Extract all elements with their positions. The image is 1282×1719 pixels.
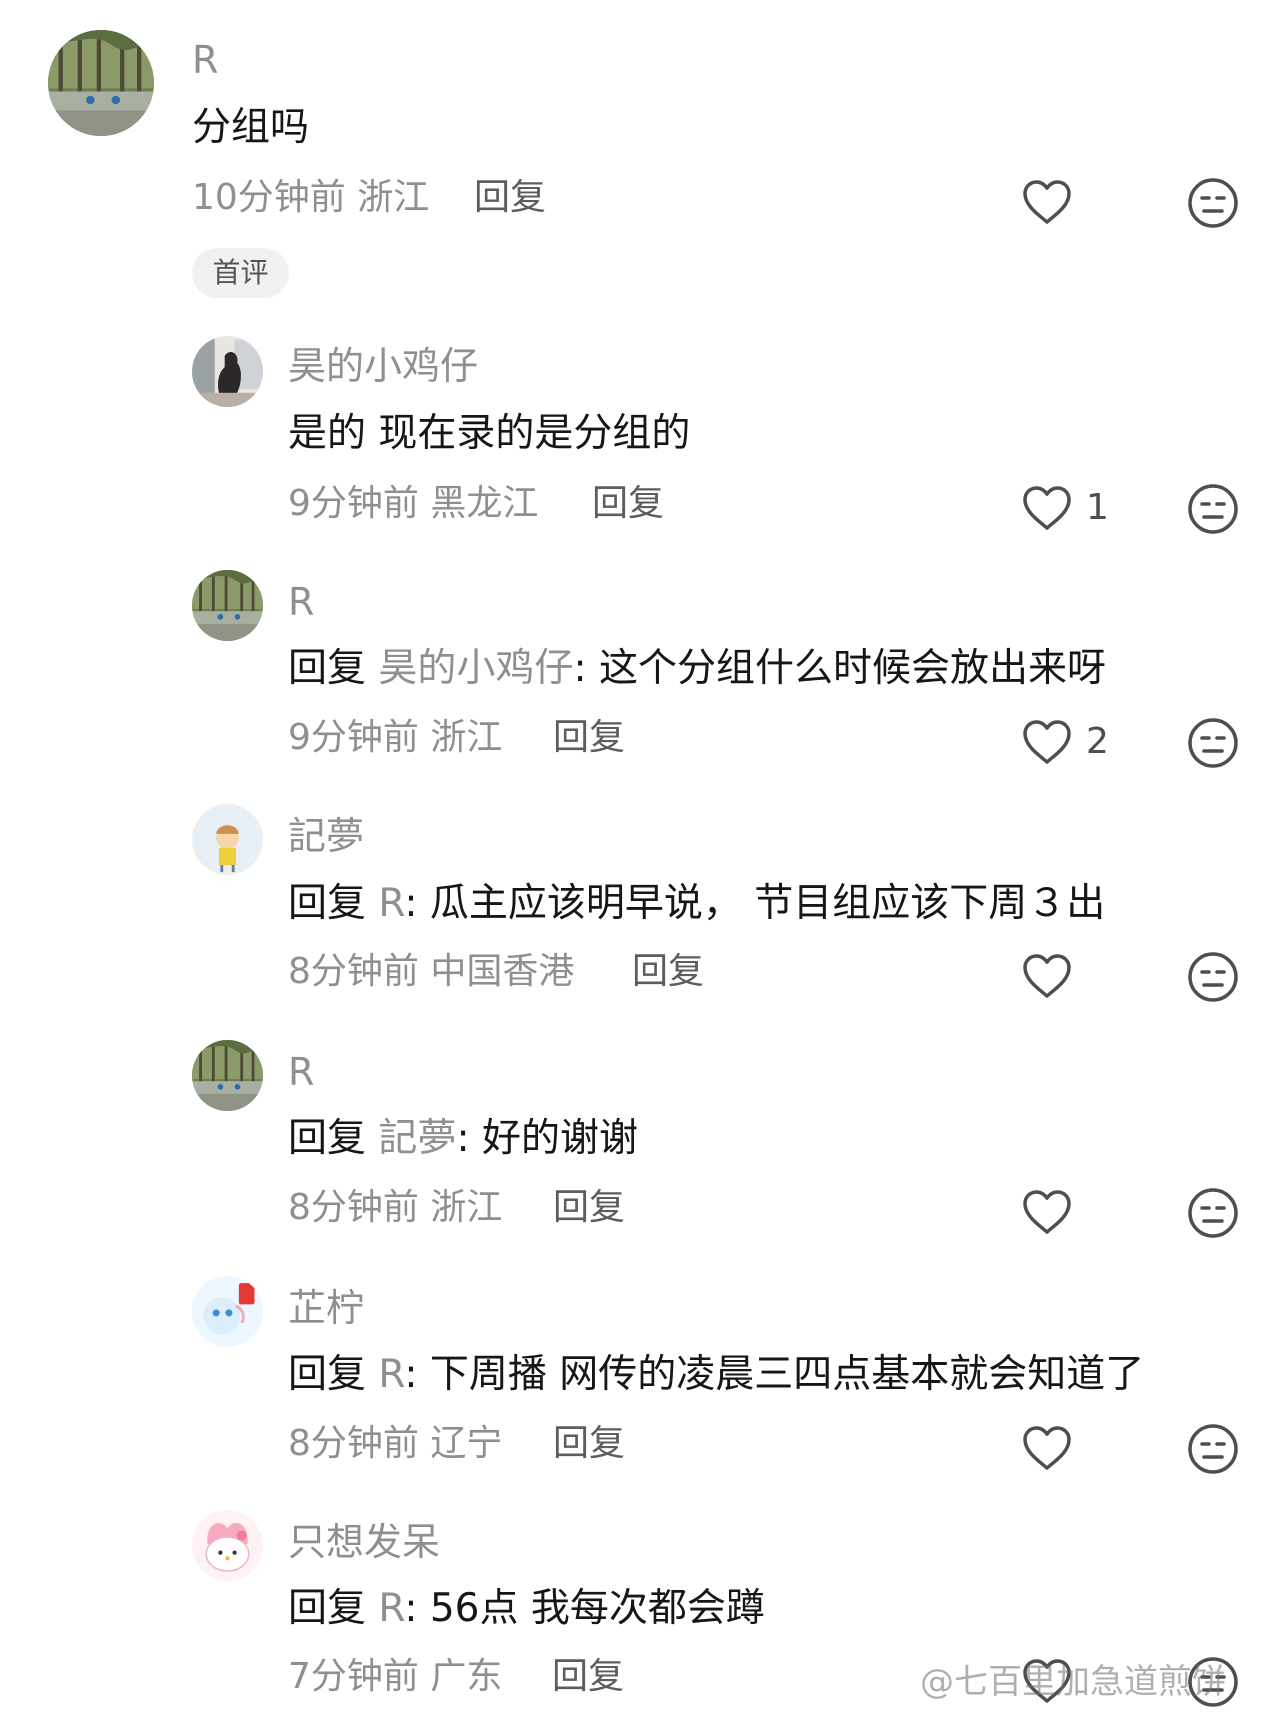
heart-outline-icon[interactable] xyxy=(1020,484,1074,532)
avatar[interactable] xyxy=(192,1040,263,1111)
reply-prefix: 回复 xyxy=(288,1116,367,1161)
reply-location: 浙江 xyxy=(430,717,503,758)
reply-location: 广东 xyxy=(430,1656,503,1697)
reply-username[interactable]: R xyxy=(288,580,314,624)
meh-face-icon[interactable] xyxy=(1186,950,1240,1004)
reply-time: 8分钟前 xyxy=(288,1423,419,1464)
reply-text: : 这个分组什么时候会放出来呀 xyxy=(573,646,1106,691)
reply-meta: 8分钟前 浙江 xyxy=(288,1186,502,1230)
reply-content: 是的 现在录的是分组的 xyxy=(288,411,691,456)
reply-username[interactable]: 只想发呆 xyxy=(288,1520,440,1564)
first-comment-badge: 首评 xyxy=(192,248,289,298)
reply-prefix: 回复 xyxy=(288,646,367,691)
reply-button[interactable]: 回复 xyxy=(474,176,546,220)
reply-button[interactable]: 回复 xyxy=(553,1422,625,1466)
reply-text: : 56点 我每次都会蹲 xyxy=(404,1586,765,1631)
like-count: 1 xyxy=(1086,487,1109,528)
reply-content: 回复 R: 56点 我每次都会蹲 xyxy=(288,1585,765,1633)
reply-prefix: 回复 xyxy=(288,881,367,926)
avatar[interactable] xyxy=(192,1510,263,1581)
reply-button[interactable]: 回复 xyxy=(553,1186,625,1230)
heart-outline-icon[interactable] xyxy=(1020,952,1074,1000)
meh-face-icon[interactable] xyxy=(1186,716,1240,770)
reply-location: 黑龙江 xyxy=(430,483,539,524)
meh-face-icon[interactable] xyxy=(1186,482,1240,536)
reply-username[interactable]: 記夢 xyxy=(288,814,364,858)
avatar[interactable] xyxy=(192,804,263,875)
meh-face-icon[interactable] xyxy=(1186,1186,1240,1240)
reply-meta: 8分钟前 辽宁 xyxy=(288,1422,502,1466)
heart-outline-icon[interactable] xyxy=(1020,1188,1074,1236)
reply-button[interactable]: 回复 xyxy=(553,716,625,760)
heart-outline-icon[interactable] xyxy=(1020,718,1074,766)
reply-text: : 瓜主应该明早说， 节目组应该下周３出 xyxy=(404,881,1106,926)
reply-location: 辽宁 xyxy=(430,1423,503,1464)
reply-time: 8分钟前 xyxy=(288,1187,419,1228)
avatar[interactable] xyxy=(192,1276,263,1347)
reply-time: 9分钟前 xyxy=(288,483,419,524)
reply-content: 回复 R: 下周播 网传的凌晨三四点基本就会知道了 xyxy=(288,1351,1144,1399)
avatar[interactable] xyxy=(48,30,154,136)
heart-outline-icon[interactable] xyxy=(1020,1424,1074,1472)
reply-content: 回复 記夢: 好的谢谢 xyxy=(288,1115,638,1163)
comment-time: 10分钟前 xyxy=(192,177,346,218)
reply-text: : 下周播 网传的凌晨三四点基本就会知道了 xyxy=(404,1352,1145,1397)
reply-username[interactable]: 昊的小鸡仔 xyxy=(288,344,478,388)
reply-username[interactable]: R xyxy=(288,1050,314,1094)
reply-meta: 8分钟前 中国香港 xyxy=(288,950,574,994)
reply-meta: 7分钟前 广东 xyxy=(288,1655,502,1699)
reply-content: 回复 R: 瓜主应该明早说， 节目组应该下周３出 xyxy=(288,880,1105,928)
meh-face-icon[interactable] xyxy=(1186,1422,1240,1476)
reply-target-user[interactable]: R xyxy=(378,881,404,926)
reply-meta: 9分钟前 黑龙江 xyxy=(288,482,538,526)
reply-location: 中国香港 xyxy=(430,951,575,992)
meh-face-icon[interactable] xyxy=(1186,176,1240,230)
reply-prefix: 回复 xyxy=(288,1352,367,1397)
comment-meta: 10分钟前 浙江 xyxy=(192,176,429,220)
reply-meta: 9分钟前 浙江 xyxy=(288,716,502,760)
like-count: 2 xyxy=(1086,721,1109,762)
avatar[interactable] xyxy=(192,570,263,641)
comment-username[interactable]: R xyxy=(192,38,218,82)
reply-target-user[interactable]: R xyxy=(378,1352,404,1397)
reply-prefix: 回复 xyxy=(288,1586,367,1631)
heart-outline-icon[interactable] xyxy=(1020,178,1074,226)
reply-button[interactable]: 回复 xyxy=(632,950,704,994)
reply-text: : 好的谢谢 xyxy=(456,1116,638,1161)
comment-location: 浙江 xyxy=(357,177,430,218)
reply-content: 回复 昊的小鸡仔: 这个分组什么时候会放出来呀 xyxy=(288,645,1106,693)
watermark: @七百里加急道煎饼 xyxy=(920,1662,1226,1702)
reply-button[interactable]: 回复 xyxy=(592,482,664,526)
reply-target-user[interactable]: 昊的小鸡仔 xyxy=(378,646,573,691)
reply-username[interactable]: 芷柠 xyxy=(288,1286,364,1330)
reply-time: 9分钟前 xyxy=(288,717,419,758)
reply-button[interactable]: 回复 xyxy=(552,1655,624,1699)
reply-target-user[interactable]: 記夢 xyxy=(378,1116,456,1161)
reply-location: 浙江 xyxy=(430,1187,503,1228)
comment-content: 分组吗 xyxy=(192,105,310,150)
reply-time: 7分钟前 xyxy=(288,1656,419,1697)
reply-time: 8分钟前 xyxy=(288,951,419,992)
avatar[interactable] xyxy=(192,336,263,407)
reply-target-user[interactable]: R xyxy=(378,1586,404,1631)
